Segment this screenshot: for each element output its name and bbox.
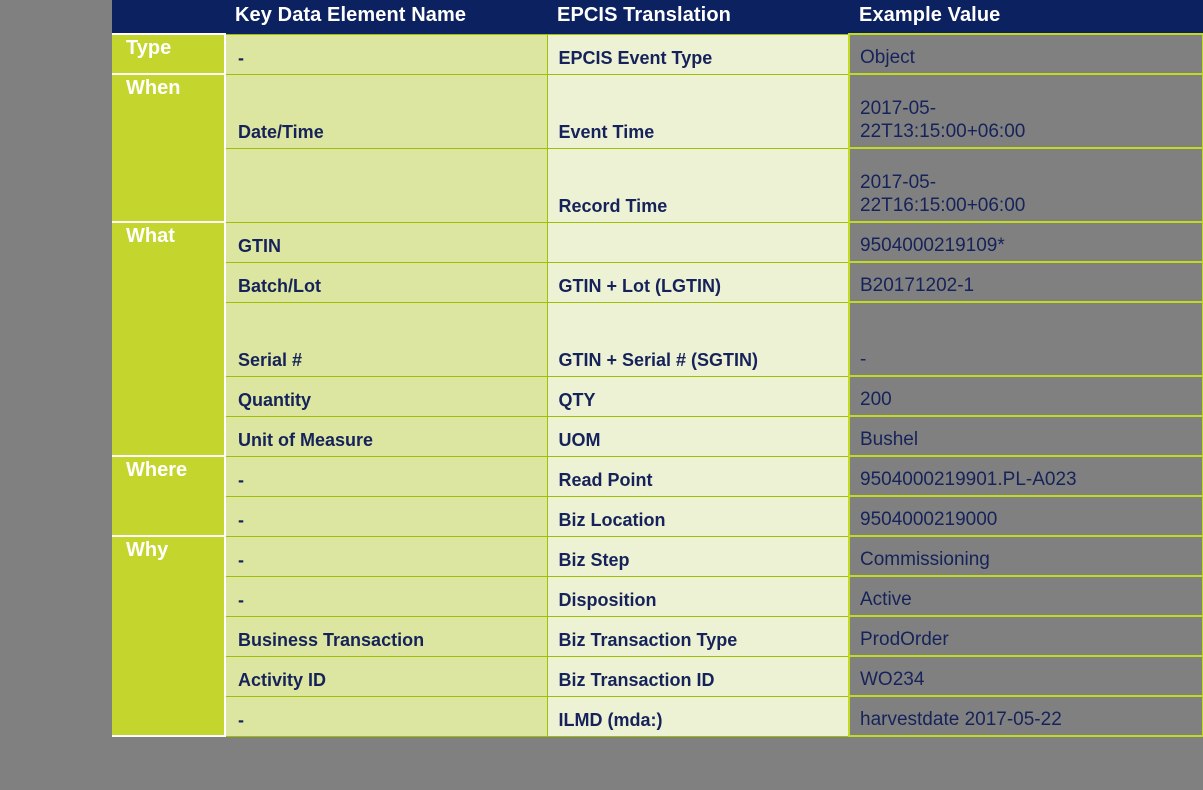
- table-row: Where - Read Point 9504000219901.PL-A023: [112, 455, 1203, 537]
- table-row: - ILMD (mda:) harvestdate 2017-05-22: [112, 695, 1203, 737]
- cell-kde: Business Transaction: [224, 615, 548, 657]
- cell-value: 2017-05- 22T13:15:00+06:00: [848, 73, 1203, 149]
- cell-epcis: ILMD (mda:): [546, 695, 850, 737]
- cell-kde: Activity ID: [224, 655, 548, 697]
- header-row: Key Data Element Name EPCIS Translation …: [112, 0, 1203, 34]
- cell-kde: [224, 147, 548, 223]
- cell-kde: -: [224, 535, 548, 577]
- cell-epcis: Biz Transaction ID: [546, 655, 850, 697]
- table-row: Type - EPCIS Event Type Object: [112, 33, 1203, 75]
- cell-value: B20171202-1: [848, 261, 1203, 303]
- section-label-where: Where: [112, 455, 226, 537]
- cell-kde: Quantity: [224, 375, 548, 417]
- table-row: Batch/Lot GTIN + Lot (LGTIN) B20171202-1: [112, 261, 1203, 303]
- table-row: Business Transaction Biz Transaction Typ…: [112, 615, 1203, 657]
- cell-value: Active: [848, 575, 1203, 617]
- table-row: Activity ID Biz Transaction ID WO234: [112, 655, 1203, 697]
- cell-kde: Unit of Measure: [224, 415, 548, 457]
- cell-epcis: EPCIS Event Type: [546, 33, 850, 75]
- cell-epcis: GTIN + Serial # (SGTIN): [546, 301, 850, 377]
- section-label-when: When: [112, 73, 226, 223]
- header-epcis-translation: EPCIS Translation: [547, 0, 849, 34]
- section-label-type: Type: [112, 33, 226, 75]
- cell-epcis: Biz Transaction Type: [546, 615, 850, 657]
- cell-kde: Date/Time: [224, 73, 548, 149]
- table-body: Type - EPCIS Event Type Object When Date…: [112, 33, 1203, 737]
- cell-epcis: UOM: [546, 415, 850, 457]
- cell-kde: Serial #: [224, 301, 548, 377]
- cell-kde: -: [224, 575, 548, 617]
- cell-value: 9504000219109*: [848, 221, 1203, 263]
- cell-kde: Batch/Lot: [224, 261, 548, 303]
- table-row: When Date/Time Event Time 2017-05- 22T13…: [112, 73, 1203, 223]
- cell-epcis: Event Time: [546, 73, 850, 149]
- header-example-value: Example Value: [849, 0, 1203, 34]
- header-section: [112, 0, 225, 34]
- cell-kde: -: [224, 33, 548, 75]
- table-row: What GTIN 9504000219109*: [112, 221, 1203, 457]
- cell-epcis: Record Time: [546, 147, 850, 223]
- cell-kde: -: [224, 455, 548, 497]
- cell-value: Commissioning: [848, 535, 1203, 577]
- cell-value: -: [848, 301, 1203, 377]
- cell-value: 9504000219901.PL-A023: [848, 455, 1203, 497]
- cell-kde: -: [224, 695, 548, 737]
- cell-epcis: Biz Step: [546, 535, 850, 577]
- cell-epcis: Read Point: [546, 455, 850, 497]
- cell-epcis: GTIN + Lot (LGTIN): [546, 261, 850, 303]
- cell-value: ProdOrder: [848, 615, 1203, 657]
- table-row: - Disposition Active: [112, 575, 1203, 617]
- cell-value: 2017-05- 22T16:15:00+06:00: [848, 147, 1203, 223]
- header-key-data-element-name: Key Data Element Name: [225, 0, 547, 34]
- kde-epcis-table: Key Data Element Name EPCIS Translation …: [112, 0, 1203, 737]
- section-label-what: What: [112, 221, 226, 457]
- kde-epcis-table-container: Key Data Element Name EPCIS Translation …: [112, 0, 1203, 737]
- table-row: Serial # GTIN + Serial # (SGTIN) -: [112, 301, 1203, 377]
- screenshot-canvas: Key Data Element Name EPCIS Translation …: [0, 0, 1203, 790]
- cell-value: Bushel: [848, 415, 1203, 457]
- table-header: Key Data Element Name EPCIS Translation …: [112, 0, 1203, 34]
- cell-value: Object: [848, 33, 1203, 75]
- cell-epcis: [546, 221, 850, 263]
- cell-kde: GTIN: [224, 221, 548, 263]
- cell-value: 200: [848, 375, 1203, 417]
- cell-value: WO234: [848, 655, 1203, 697]
- cell-value: harvestdate 2017-05-22: [848, 695, 1203, 737]
- table-row: - Biz Location 9504000219000: [112, 495, 1203, 537]
- table-row: Quantity QTY 200: [112, 375, 1203, 417]
- cell-epcis: QTY: [546, 375, 850, 417]
- cell-value: 9504000219000: [848, 495, 1203, 537]
- cell-epcis: Biz Location: [546, 495, 850, 537]
- cell-kde: -: [224, 495, 548, 537]
- table-row: Record Time 2017-05- 22T16:15:00+06:00: [112, 147, 1203, 223]
- table-row: Unit of Measure UOM Bushel: [112, 415, 1203, 457]
- table-row: Why - Biz Step Commissioning: [112, 535, 1203, 737]
- cell-epcis: Disposition: [546, 575, 850, 617]
- section-label-why: Why: [112, 535, 226, 737]
